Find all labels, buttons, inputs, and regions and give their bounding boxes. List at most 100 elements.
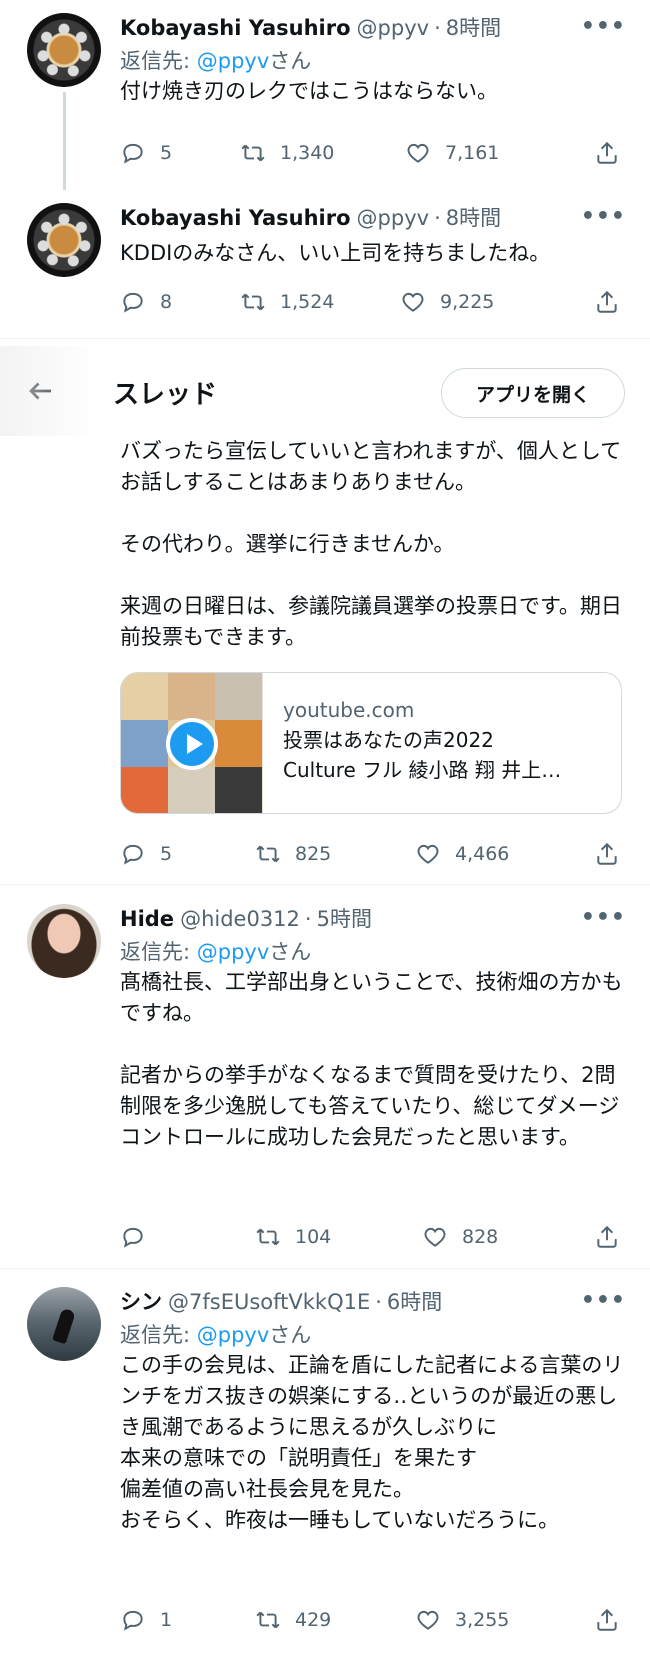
avatar[interactable] — [27, 904, 101, 978]
tweet-text: この手の会見は、正論を盾にした記者による言葉のリンチをガス抜きの娯楽にする‥とい… — [120, 1353, 624, 1532]
tweet[interactable]: Kobayashi Yasuhiro @ppyv · 8時間 ••• 返信先: … — [0, 0, 650, 190]
author-handle[interactable]: @ppyv — [357, 204, 430, 232]
share-button[interactable] — [594, 841, 620, 867]
share-icon — [597, 1608, 617, 1631]
tweet-text: 髙橋社長、工学部出身ということで、技術畑の方かもですね。 記者からの挙手がなくな… — [120, 970, 623, 1149]
retweet-icon — [256, 845, 280, 863]
tweet-actions: 5 825 4,466 — [120, 838, 620, 870]
card-subtitle: Culture フル 綾小路 翔 井上… — [283, 758, 562, 782]
retweet-icon — [256, 1228, 280, 1246]
avatar[interactable] — [27, 13, 101, 87]
reply-button[interactable]: 5 — [120, 841, 172, 867]
retweet-count: 1,340 — [280, 142, 335, 164]
timestamp[interactable]: 5時間 — [317, 905, 372, 933]
reply-to-line: 返信先: @ppyvさん — [120, 940, 312, 964]
like-count: 9,225 — [440, 291, 495, 313]
reply-icon — [123, 844, 143, 865]
thread-title: スレッド — [113, 380, 218, 410]
more-icon[interactable]: ••• — [581, 204, 626, 229]
tweet[interactable]: Hide @hide0312 · 5時間 ••• 返信先: @ppyvさん 髙橋… — [0, 885, 650, 1265]
like-button[interactable]: 4,466 — [415, 841, 509, 867]
like-count: 828 — [462, 1226, 499, 1248]
share-icon — [597, 290, 617, 313]
header-overlay — [0, 346, 100, 436]
like-button[interactable]: 3,255 — [415, 1607, 509, 1633]
reply-icon — [123, 292, 143, 313]
share-button[interactable] — [594, 140, 620, 166]
retweet-icon — [241, 293, 265, 311]
share-button[interactable] — [594, 1607, 620, 1633]
retweet-count: 104 — [295, 1226, 332, 1248]
retweet-button[interactable]: 104 — [255, 1224, 331, 1250]
link-card[interactable]: youtube.com 投票はあなたの声2022 Culture フル 綾小路 … — [120, 672, 622, 814]
reply-icon — [123, 1227, 143, 1248]
timestamp[interactable]: 6時間 — [387, 1288, 442, 1316]
open-app-button[interactable]: アプリを開く — [441, 368, 625, 418]
author-name[interactable]: シン — [120, 1288, 162, 1316]
retweet-button[interactable]: 825 — [255, 841, 331, 867]
retweet-button[interactable]: 1,524 — [240, 289, 334, 315]
reply-count: 1 — [160, 1609, 173, 1631]
retweet-count: 1,524 — [280, 291, 335, 313]
author-handle[interactable]: @hide0312 — [180, 905, 300, 933]
retweet-count: 429 — [295, 1609, 332, 1631]
avatar[interactable] — [27, 203, 101, 277]
author-handle[interactable]: @7fsEUsoftVkkQ1E — [168, 1288, 370, 1316]
heart-icon — [407, 143, 429, 163]
reply-to-line: 返信先: @ppyvさん — [120, 1323, 312, 1347]
separator-dot: · — [375, 1290, 382, 1314]
retweet-button[interactable]: 429 — [255, 1607, 331, 1633]
share-button[interactable] — [594, 1224, 620, 1250]
reply-to-handle[interactable]: @ppyv — [197, 1323, 270, 1347]
reply-to-line: 返信先: @ppyvさん — [120, 49, 312, 73]
separator-dot: · — [304, 907, 312, 931]
avatar[interactable] — [27, 1287, 101, 1361]
reply-icon — [123, 143, 143, 164]
timestamp[interactable]: 8時間 — [446, 204, 501, 232]
retweet-icon — [256, 1611, 280, 1629]
timestamp[interactable]: 8時間 — [446, 14, 501, 42]
reply-button[interactable]: 8 — [120, 289, 172, 315]
video-thumbnail[interactable] — [121, 673, 263, 813]
heart-icon — [417, 844, 439, 864]
card-title: 投票はあなたの声2022 — [283, 728, 494, 752]
tweet[interactable]: Kobayashi Yasuhiro @ppyv · 8時間 ••• KDDIの… — [0, 190, 650, 340]
author-name[interactable]: Hide — [120, 905, 174, 933]
retweet-button[interactable]: 1,340 — [240, 140, 334, 166]
reply-to-handle[interactable]: @ppyv — [197, 940, 270, 964]
reply-button[interactable]: 1 — [120, 1607, 172, 1633]
share-icon — [597, 1225, 617, 1248]
divider — [0, 338, 650, 339]
like-count: 4,466 — [455, 843, 510, 865]
more-icon[interactable]: ••• — [581, 1288, 626, 1313]
retweet-icon — [241, 144, 265, 162]
heart-icon — [402, 292, 424, 312]
tweet-text: 付け焼き刃のレクではこうはならない。 — [120, 79, 498, 103]
play-icon[interactable] — [166, 718, 218, 770]
heart-icon — [424, 1227, 446, 1247]
reply-button[interactable]: 5 — [120, 140, 172, 166]
tweet[interactable]: シン @7fsEUsoftVkkQ1E · 6時間 ••• 返信先: @ppyv… — [0, 1269, 650, 1656]
reply-count: 5 — [160, 843, 173, 865]
reply-button[interactable] — [120, 1224, 160, 1250]
more-icon[interactable]: ••• — [581, 905, 626, 930]
like-count: 7,161 — [445, 142, 500, 164]
more-icon[interactable]: ••• — [581, 14, 626, 39]
share-icon — [597, 842, 617, 865]
reply-icon — [123, 1610, 143, 1631]
thread-connector — [63, 92, 66, 190]
card-domain: youtube.com — [283, 698, 415, 722]
separator-dot: · — [434, 16, 441, 40]
reply-count: 5 — [160, 142, 173, 164]
like-button[interactable]: 7,161 — [405, 140, 499, 166]
share-icon — [597, 141, 617, 164]
retweet-count: 825 — [295, 843, 332, 865]
author-name[interactable]: Kobayashi Yasuhiro — [120, 14, 351, 42]
like-button[interactable]: 9,225 — [400, 289, 494, 315]
author-handle[interactable]: @ppyv — [357, 14, 430, 42]
like-count: 3,255 — [455, 1609, 510, 1631]
like-button[interactable]: 828 — [422, 1224, 498, 1250]
author-name[interactable]: Kobayashi Yasuhiro — [120, 204, 351, 232]
reply-to-handle[interactable]: @ppyv — [197, 49, 270, 73]
share-button[interactable] — [594, 289, 620, 315]
